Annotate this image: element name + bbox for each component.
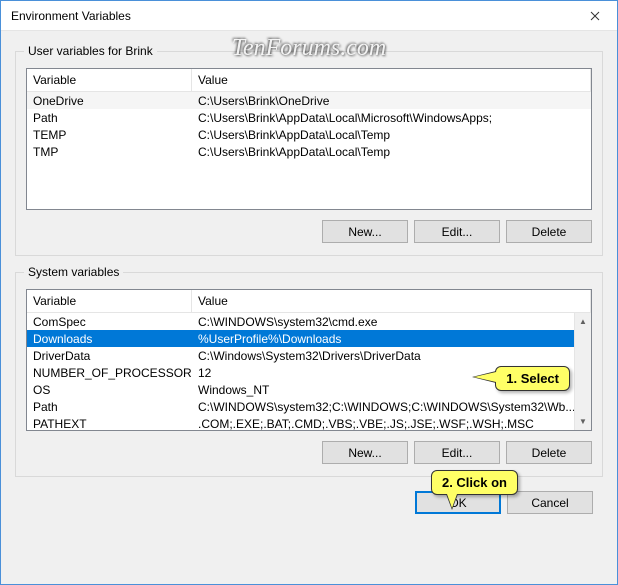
system-group-title: System variables: [24, 265, 123, 279]
table-row[interactable]: Path C:\Users\Brink\AppData\Local\Micros…: [27, 109, 591, 126]
table-row[interactable]: TMP C:\Users\Brink\AppData\Local\Temp: [27, 143, 591, 160]
scrollbar[interactable]: ▲ ▼: [574, 313, 591, 430]
col-header-variable[interactable]: Variable: [27, 69, 192, 91]
col-header-value[interactable]: Value: [192, 290, 591, 312]
system-edit-button[interactable]: Edit...: [414, 441, 500, 464]
callout-click: 2. Click on: [431, 470, 518, 495]
col-header-value[interactable]: Value: [192, 69, 591, 91]
scroll-down-icon[interactable]: ▼: [575, 413, 592, 430]
table-row[interactable]: TEMP C:\Users\Brink\AppData\Local\Temp: [27, 126, 591, 143]
window-title: Environment Variables: [11, 9, 572, 23]
user-group-title: User variables for Brink: [24, 44, 157, 58]
table-row[interactable]: Path C:\WINDOWS\system32;C:\WINDOWS;C:\W…: [27, 398, 574, 415]
dialog-content: User variables for Brink Variable Value …: [1, 31, 617, 584]
system-vars-list[interactable]: Variable Value ComSpec C:\WINDOWS\system…: [26, 289, 592, 431]
table-row[interactable]: ComSpec C:\WINDOWS\system32\cmd.exe: [27, 313, 574, 330]
system-list-header: Variable Value: [27, 290, 591, 313]
callout-select: 1. Select: [495, 366, 570, 391]
user-edit-button[interactable]: Edit...: [414, 220, 500, 243]
titlebar: Environment Variables: [1, 1, 617, 31]
close-button[interactable]: [572, 1, 617, 31]
user-vars-list[interactable]: Variable Value OneDrive C:\Users\Brink\O…: [26, 68, 592, 210]
user-list-header: Variable Value: [27, 69, 591, 92]
table-row[interactable]: OneDrive C:\Users\Brink\OneDrive: [27, 92, 591, 109]
col-header-variable[interactable]: Variable: [27, 290, 192, 312]
table-row[interactable]: PATHEXT .COM;.EXE;.BAT;.CMD;.VBS;.VBE;.J…: [27, 415, 574, 430]
user-new-button[interactable]: New...: [322, 220, 408, 243]
table-row[interactable]: DriverData C:\Windows\System32\Drivers\D…: [27, 347, 574, 364]
table-row[interactable]: OS Windows_NT: [27, 381, 574, 398]
cancel-button[interactable]: Cancel: [507, 491, 593, 514]
system-button-row: New... Edit... Delete: [26, 441, 592, 464]
close-icon: [590, 11, 600, 21]
user-delete-button[interactable]: Delete: [506, 220, 592, 243]
system-delete-button[interactable]: Delete: [506, 441, 592, 464]
env-vars-dialog: Environment Variables User variables for…: [0, 0, 618, 585]
user-list-body: OneDrive C:\Users\Brink\OneDrive Path C:…: [27, 92, 591, 209]
user-variables-group: User variables for Brink Variable Value …: [15, 51, 603, 256]
user-button-row: New... Edit... Delete: [26, 220, 592, 243]
scroll-up-icon[interactable]: ▲: [575, 313, 592, 330]
table-row-selected[interactable]: Downloads %UserProfile%\Downloads: [27, 330, 574, 347]
system-new-button[interactable]: New...: [322, 441, 408, 464]
